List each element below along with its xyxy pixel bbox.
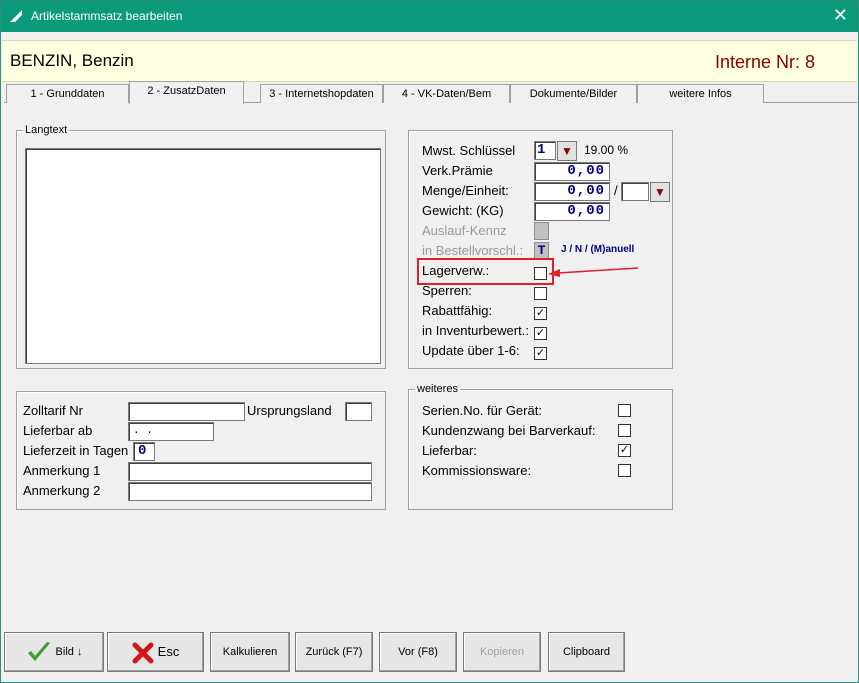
- highlight-arrow-icon: [548, 267, 639, 277]
- verk-praemie-label: Verk.Prämie: [422, 163, 493, 178]
- title-bar: Artikelstammsatz bearbeiten ✕: [1, 1, 858, 32]
- bestellvorschlag-hint: J / N / (M)anuell: [561, 244, 635, 255]
- langtext-group: Langtext: [16, 124, 386, 369]
- langtext-legend: Langtext: [25, 124, 68, 136]
- tab-internetshopdaten[interactable]: 3 - Internetshopdaten: [260, 84, 383, 103]
- tab-dokumente-bilder[interactable]: Dokumente/Bilder: [510, 84, 637, 103]
- lieferbar-ab-label: Lieferbar ab: [23, 423, 93, 438]
- mwst-input[interactable]: 1: [534, 141, 556, 160]
- kalkulieren-button[interactable]: Kalkulieren: [210, 632, 290, 672]
- update-checkbox[interactable]: ✓: [534, 347, 547, 360]
- inventurbewertung-checkbox[interactable]: ✓: [534, 327, 547, 340]
- gewicht-input[interactable]: 0,00: [534, 202, 610, 221]
- auslauf-kennz-field: [534, 222, 549, 240]
- window-title: Artikelstammsatz bearbeiten: [31, 9, 183, 23]
- esc-label: Esc: [157, 644, 180, 659]
- weiteres-legend: weiteres: [417, 383, 458, 395]
- inventurbewertung-label: in Inventurbewert.:: [422, 323, 529, 338]
- lieferbar-checkbox[interactable]: ✓: [618, 444, 631, 457]
- article-header: BENZIN, Benzin Interne Nr: 8: [2, 40, 857, 82]
- zolltarif-input[interactable]: [128, 402, 245, 421]
- tab-weitere-infos[interactable]: weitere Infos: [637, 84, 764, 103]
- update-label: Update über 1-6:: [422, 343, 520, 358]
- menge-einheit-label: Menge/Einheit:: [422, 183, 509, 198]
- mwst-label: Mwst. Schlüssel: [422, 143, 516, 158]
- dialog-window: Artikelstammsatz bearbeiten ✕ BENZIN, Be…: [0, 0, 859, 683]
- ursprungsland-input[interactable]: [345, 402, 372, 421]
- einheit-dropdown-button[interactable]: ▼: [650, 182, 670, 202]
- gewicht-label: Gewicht: (KG): [422, 203, 504, 218]
- rabattfaehig-label: Rabattfähig:: [422, 303, 493, 318]
- highlight-box: [417, 258, 554, 285]
- menge-input[interactable]: 0,00: [534, 182, 610, 201]
- arrow-down-icon: ▼: [654, 185, 666, 199]
- auslauf-kennz-label: Auslauf-Kennz: [422, 223, 507, 238]
- kommissionsware-label: Kommissionsware:: [422, 463, 532, 478]
- lieferbar-label: Lieferbar:: [422, 443, 477, 458]
- esc-button[interactable]: Esc: [107, 632, 204, 672]
- clipboard-button[interactable]: Clipboard: [548, 632, 625, 672]
- article-name: BENZIN, Benzin: [10, 51, 134, 70]
- seriennummer-checkbox[interactable]: [618, 404, 631, 417]
- bestellvorschlag-label: in Bestellvorschl.:: [422, 243, 524, 258]
- zurueck-button[interactable]: Zurück (F7): [295, 632, 373, 672]
- kundenzwang-checkbox[interactable]: [618, 424, 631, 437]
- anmerkung2-label: Anmerkung 2: [23, 483, 101, 498]
- bild-label: Bild: [55, 646, 74, 658]
- anmerkung1-label: Anmerkung 1: [23, 463, 101, 478]
- tab-grunddaten[interactable]: 1 - Grunddaten: [6, 84, 129, 103]
- lieferzeit-input[interactable]: 0: [133, 442, 155, 461]
- tab-vk-daten[interactable]: 4 - VK-Daten/Bem: [383, 84, 510, 103]
- lieferzeit-label: Lieferzeit in Tagen: [23, 443, 129, 458]
- bild-button[interactable]: Bild ↓: [4, 632, 104, 672]
- langtext-textarea[interactable]: [25, 148, 381, 364]
- red-x-icon: [132, 642, 154, 664]
- arrow-down-icon: ▼: [561, 144, 573, 158]
- anmerkung2-input[interactable]: [128, 482, 372, 501]
- arrow-down-icon: ↓: [73, 646, 83, 658]
- mwst-percent: 19.00 %: [584, 143, 629, 157]
- ursprungsland-label: Ursprungsland: [247, 403, 332, 418]
- sperren-label: Sperren:: [422, 283, 472, 298]
- checkmark-icon: [27, 642, 50, 662]
- close-icon[interactable]: ✕: [833, 5, 848, 26]
- kundenzwang-label: Kundenzwang bei Barverkauf:: [422, 423, 596, 438]
- app-icon: [10, 10, 22, 22]
- seriennummer-label: Serien.No. für Gerät:: [422, 403, 542, 418]
- kommissionsware-checkbox[interactable]: [618, 464, 631, 477]
- mwst-dropdown-button[interactable]: ▼: [557, 141, 577, 161]
- einheit-input[interactable]: [621, 182, 649, 201]
- verk-praemie-input[interactable]: 0,00: [534, 162, 610, 181]
- vor-button[interactable]: Vor (F8): [379, 632, 457, 672]
- tab-zusatzdaten[interactable]: 2 - ZusatzDaten: [129, 81, 244, 104]
- rabattfaehig-checkbox[interactable]: ✓: [534, 307, 547, 320]
- anmerkung1-input[interactable]: [128, 462, 372, 481]
- sperren-checkbox[interactable]: [534, 287, 547, 300]
- menge-separator: /: [614, 183, 618, 198]
- kopieren-button[interactable]: Kopieren: [463, 632, 541, 672]
- zolltarif-label: Zolltarif Nr: [23, 403, 83, 418]
- internal-number: Interne Nr: 8: [714, 52, 815, 72]
- lieferbar-ab-input[interactable]: . .: [128, 422, 214, 441]
